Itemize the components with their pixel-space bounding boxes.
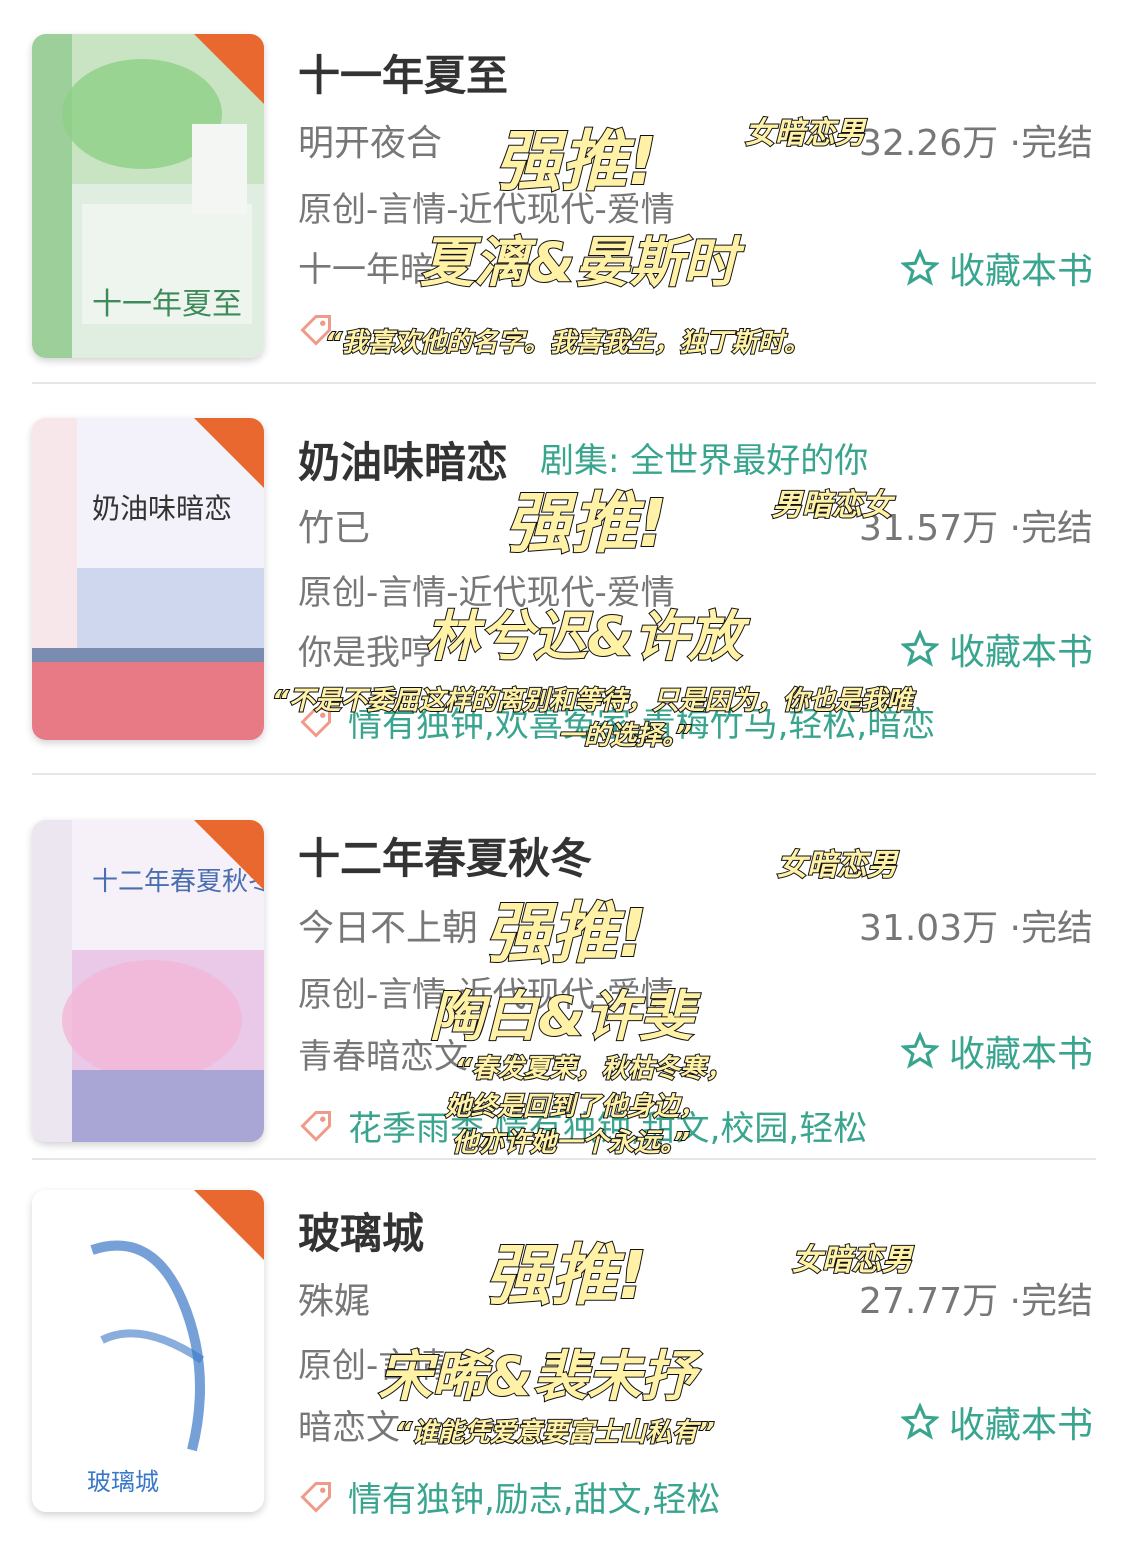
cover-title: 奶油味暗恋 bbox=[92, 492, 232, 525]
divider bbox=[32, 382, 1096, 384]
tag-row: 情有独钟,励志,甜文,轻松 bbox=[298, 1472, 720, 1521]
book-stats: 31.03万 ·完结 bbox=[859, 908, 1093, 949]
romance-type-overlay: 女暗恋男 bbox=[791, 1242, 913, 1279]
romance-type-overlay: 女暗恋男 bbox=[744, 115, 866, 152]
quote-overlay: 他亦许她一个永远。” bbox=[451, 1127, 691, 1159]
favorite-label: 收藏本书 bbox=[948, 251, 1093, 292]
recommend-overlay: 强推! bbox=[504, 484, 668, 563]
completed-badge-icon bbox=[194, 1190, 264, 1260]
favorite-label: 收藏本书 bbox=[948, 1405, 1093, 1446]
quote-overlay: “不是不委屈这样的离别和等待，只是因为，你也是我唯 bbox=[271, 685, 914, 717]
star-icon bbox=[900, 1032, 939, 1069]
quote-overlay: 一的选择。” bbox=[557, 720, 693, 752]
couple-overlay: 夏漓&晏斯时 bbox=[419, 230, 738, 295]
romance-type-overlay: 男暗恋女 bbox=[771, 487, 893, 524]
star-icon bbox=[900, 1403, 939, 1440]
star-icon bbox=[900, 630, 939, 667]
favorite-button[interactable]: 收藏本书 bbox=[900, 623, 1093, 675]
quote-overlay: 她终是回到了他身边， bbox=[444, 1091, 706, 1123]
recommend-overlay: 强推! bbox=[494, 122, 658, 201]
cover-title: 玻璃城 bbox=[87, 1468, 159, 1496]
book-intro: 十一年暗 bbox=[298, 250, 434, 290]
romance-type-overlay: 女暗恋男 bbox=[776, 847, 898, 884]
favorite-button[interactable]: 收藏本书 bbox=[900, 1396, 1093, 1448]
favorite-label: 收藏本书 bbox=[948, 632, 1093, 673]
book-title[interactable]: 十一年夏至 bbox=[298, 42, 508, 103]
book-intro: 你是我哼 bbox=[298, 633, 434, 673]
completed-badge-icon bbox=[194, 820, 264, 890]
book-cover[interactable]: 十二年春夏秋冬 bbox=[32, 820, 264, 1142]
book-title[interactable]: 十二年春夏秋冬 bbox=[298, 825, 592, 886]
book-stats: 32.26万 ·完结 bbox=[859, 123, 1093, 164]
book-stats: 27.77万 ·完结 bbox=[859, 1281, 1093, 1322]
book-title[interactable]: 奶油味暗恋 bbox=[298, 429, 508, 490]
favorite-button[interactable]: 收藏本书 bbox=[900, 1025, 1093, 1077]
couple-overlay: 陶白&许斐 bbox=[429, 984, 694, 1049]
tag-icon bbox=[300, 1481, 331, 1513]
book-author[interactable]: 竹已 bbox=[298, 499, 370, 551]
recommend-overlay: 强推! bbox=[484, 1236, 648, 1315]
book-stats: 31.57万 ·完结 bbox=[859, 508, 1093, 549]
book-author[interactable]: 今日不上朝 bbox=[298, 899, 478, 951]
tag-icon bbox=[300, 1110, 331, 1142]
favorite-label: 收藏本书 bbox=[948, 1034, 1093, 1075]
star-icon bbox=[900, 249, 939, 286]
book-author[interactable]: 殊娓 bbox=[298, 1272, 370, 1324]
book-author[interactable]: 明开夜合 bbox=[298, 114, 442, 166]
cover-title: 十一年夏至 bbox=[92, 287, 242, 322]
couple-overlay: 宋晞&裴未抒 bbox=[377, 1344, 696, 1409]
tag-list[interactable]: 情有独钟,励志,甜文,轻松 bbox=[348, 1472, 720, 1521]
couple-overlay: 林兮迟&许放 bbox=[424, 604, 743, 669]
quote-overlay: “春发夏荣，秋枯冬寒， bbox=[454, 1053, 733, 1085]
book-title[interactable]: 玻璃城 bbox=[298, 1200, 424, 1261]
quote-overlay: “我喜欢他的名字。我喜我生，独丁斯时。 bbox=[324, 327, 811, 359]
completed-badge-icon bbox=[194, 34, 264, 104]
recommend-overlay: 强推! bbox=[484, 894, 648, 973]
completed-badge-icon bbox=[194, 418, 264, 488]
book-cover[interactable]: 奶油味暗恋 bbox=[32, 418, 264, 740]
book-cover[interactable]: 十一年夏至 bbox=[32, 34, 264, 358]
quote-overlay: “谁能凭爱意要富士山私有” bbox=[394, 1417, 715, 1449]
book-cover[interactable]: 玻璃城 bbox=[32, 1190, 264, 1512]
favorite-button[interactable]: 收藏本书 bbox=[900, 242, 1093, 294]
